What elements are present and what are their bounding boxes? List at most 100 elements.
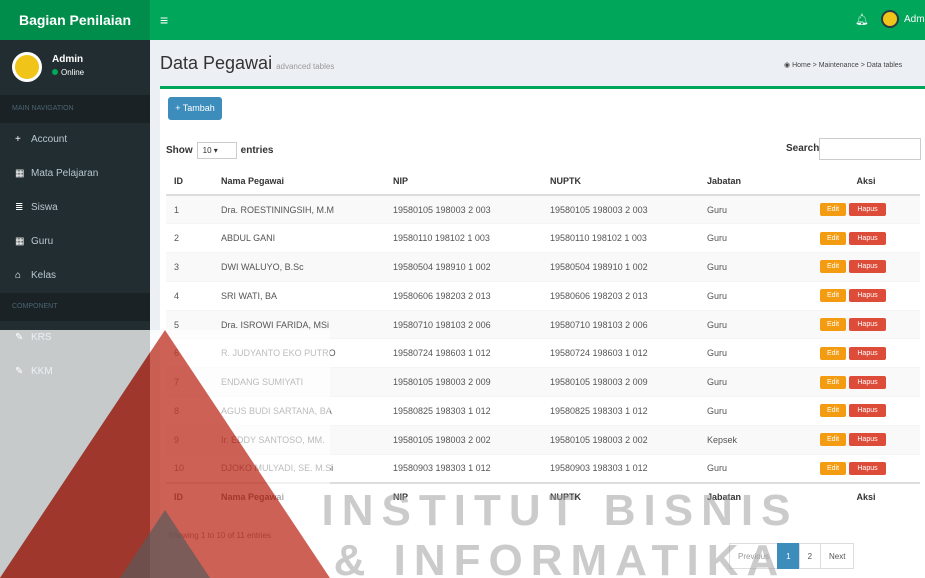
edit-button[interactable]: Edit — [820, 346, 846, 360]
breadcrumb-text[interactable]: Home > Maintenance > Data tables — [792, 62, 902, 69]
row-nama: DJOKO MULYADI, SE. M.Si — [221, 453, 393, 483]
row-actions: Edit Hapus — [812, 252, 920, 282]
brand-logo[interactable]: Bagian Penilaian — [0, 0, 150, 40]
edit-button[interactable]: Edit — [820, 318, 846, 332]
row-nip: 19580724 198603 1 012 — [393, 338, 550, 368]
edit-button[interactable]: Edit — [820, 461, 846, 475]
column-header[interactable]: ID — [166, 167, 221, 196]
row-id: 3 — [166, 252, 221, 282]
column-header[interactable]: NIP — [393, 167, 550, 196]
table-footer-row: ID Nama Pegawai NIP NUPTK Jabatan Aksi — [166, 481, 920, 511]
row-nama: SRI WATI, BA — [221, 280, 393, 311]
status-label: Online — [61, 68, 85, 77]
delete-button[interactable]: Hapus — [849, 404, 886, 418]
column-header[interactable]: Jabatan — [707, 167, 812, 196]
edit-button[interactable]: Edit — [820, 289, 846, 303]
delete-button[interactable]: Hapus — [849, 260, 886, 274]
top-navbar: Bagian Penilaian ≡ 🔔︎ Admin — [0, 0, 925, 40]
row-jabatan: Guru — [707, 453, 812, 483]
row-jabatan: Kepsek — [707, 424, 812, 455]
edit-button[interactable]: Edit — [820, 203, 846, 217]
length-control: Show 10 ▾ entries — [166, 142, 273, 159]
sidebar-item-kelas[interactable]: ⌂ Kelas — [0, 259, 150, 293]
edit-button[interactable]: Edit — [820, 433, 846, 447]
table-header-row: ID Nama Pegawai NIP NUPTK Jabatan Aksi — [166, 167, 920, 196]
row-actions: Edit Hapus — [812, 338, 920, 368]
sidebar-item-label: Siswa — [31, 202, 58, 213]
delete-button[interactable]: Hapus — [849, 461, 886, 475]
sidebar-item-siswa[interactable]: ≣ Siswa — [0, 191, 150, 225]
sidebar-item-mata-pelajaran[interactable]: ▦ Mata Pelajaran — [0, 157, 150, 191]
next-button[interactable]: Next — [820, 543, 855, 569]
column-footer: Aksi — [812, 481, 920, 511]
top-user-name[interactable]: Admin — [904, 14, 925, 25]
table-row: 3 DWI WALUYO, B.Sc 19580504 198910 1 002 19… — [166, 252, 920, 282]
column-header[interactable]: NUPTK — [550, 167, 707, 196]
sidebar-item-kkm[interactable]: ✎ KKM — [0, 355, 150, 389]
delete-button[interactable]: Hapus — [849, 289, 886, 303]
row-nuptk: 19580105 198003 2 002 — [550, 424, 707, 455]
column-header: Aksi — [812, 167, 920, 196]
page-2-button[interactable]: 2 — [798, 543, 822, 569]
previous-button[interactable]: Previous — [729, 543, 779, 569]
table-row: 5 Dra. ISROWI FARIDA, MSi 19580710 198103 … — [166, 309, 920, 339]
edit-button[interactable]: Edit — [820, 404, 846, 418]
row-id: 9 — [166, 424, 221, 455]
sidebar-header-component: COMPONENT — [0, 293, 150, 321]
row-nuptk: 19580606 198203 2 013 — [550, 280, 707, 311]
row-jabatan: Guru — [707, 338, 812, 368]
delete-button[interactable]: Hapus — [849, 318, 886, 332]
row-nuptk: 19580903 198303 1 012 — [550, 453, 707, 483]
row-nama: Dra. ROESTININGSIH, M.M — [221, 194, 393, 224]
row-nip: 19580105 198003 2 002 — [393, 424, 550, 455]
row-jabatan: Guru — [707, 309, 812, 339]
row-jabatan: Guru — [707, 252, 812, 282]
table-row: 4 SRI WATI, BA 19580606 198203 2 013 195806… — [166, 280, 920, 311]
bell-icon[interactable]: 🔔︎ — [855, 13, 869, 26]
delete-button[interactable]: Hapus — [849, 433, 886, 447]
delete-button[interactable]: Hapus — [849, 231, 886, 245]
column-footer: NIP — [393, 481, 550, 511]
table-body: 1 Dra. ROESTININGSIH, M.M 19580105 198003 … — [166, 194, 920, 483]
entries-select[interactable]: 10 ▾ — [196, 142, 237, 159]
row-nama: AGUS BUDI SARTANA, BA — [221, 396, 393, 426]
row-actions: Edit Hapus — [812, 194, 920, 224]
plus-icon: + — [175, 103, 183, 113]
pagination: Previous 1 2 Next — [729, 543, 855, 569]
breadcrumb[interactable]: ◉ Home > Maintenance > Data tables — [784, 61, 902, 69]
edit-button[interactable]: Edit — [820, 260, 846, 274]
row-jabatan: Guru — [707, 223, 812, 253]
user-panel: Admin Online — [0, 40, 150, 95]
sidebar-item-label: Kelas — [31, 270, 57, 281]
table-row: 10 DJOKO MULYADI, SE. M.Si 19580903 198303… — [166, 453, 920, 483]
delete-button[interactable]: Hapus — [849, 203, 886, 217]
entries-value: 10 — [202, 146, 212, 155]
list-icon: ≣ — [15, 202, 24, 213]
home-icon: ⌂ — [15, 270, 22, 281]
delete-button[interactable]: Hapus — [849, 346, 886, 360]
page-subtitle: advanced tables — [276, 62, 335, 71]
sidebar-item-guru[interactable]: ▦ Guru — [0, 225, 150, 259]
row-id: 10 — [166, 453, 221, 483]
menu-toggle-icon[interactable]: ≡ — [160, 12, 174, 28]
row-nuptk: 19580105 198003 2 009 — [550, 367, 707, 397]
delete-button[interactable]: Hapus — [849, 375, 886, 389]
sidebar-item-account[interactable]: + Account — [0, 123, 150, 157]
search-input[interactable] — [819, 138, 921, 160]
row-jabatan: Guru — [707, 194, 812, 224]
row-jabatan: Guru — [707, 280, 812, 311]
user-status: Online — [52, 68, 84, 77]
row-nip: 19580825 198303 1 012 — [393, 396, 550, 426]
sidebar-item-label: Guru — [31, 236, 54, 247]
row-nip: 19580606 198203 2 013 — [393, 280, 550, 311]
row-actions: Edit Hapus — [812, 223, 920, 253]
edit-button[interactable]: Edit — [820, 375, 846, 389]
add-button-label: Tambah — [182, 103, 215, 113]
sidebar-item-krs[interactable]: ✎ KRS — [0, 321, 150, 355]
add-button[interactable]: + Tambah — [168, 97, 222, 120]
row-actions: Edit Hapus — [812, 424, 920, 455]
column-header[interactable]: Nama Pegawai — [221, 167, 393, 196]
avatar[interactable] — [881, 10, 899, 28]
page-1-button[interactable]: 1 — [777, 543, 800, 569]
edit-button[interactable]: Edit — [820, 231, 846, 245]
